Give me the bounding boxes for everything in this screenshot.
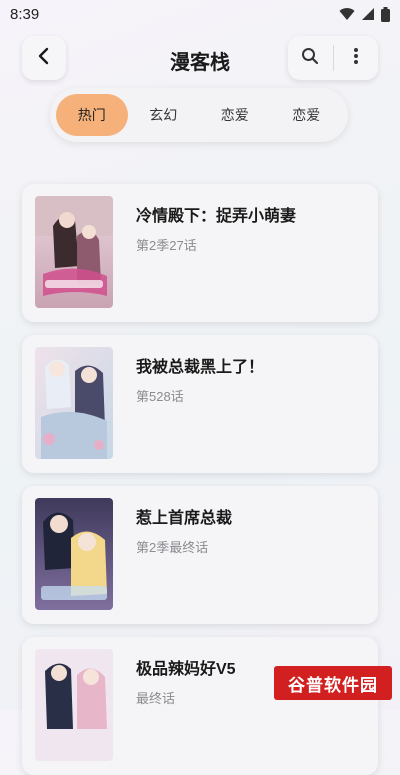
- comic-cover[interactable]: [35, 196, 113, 308]
- comic-title: 我被总裁黑上了！: [136, 359, 265, 376]
- status-bar: 8:39: [0, 0, 400, 28]
- comic-episode: 第528话: [136, 389, 184, 404]
- more-vertical-icon: [353, 47, 359, 70]
- comic-episode: 第2季最终话: [136, 540, 209, 555]
- comic-episode: 最终话: [136, 691, 176, 706]
- watermark-logo: 谷普软件园: [274, 666, 392, 700]
- signal-icon: [361, 7, 375, 21]
- status-icons: [339, 6, 390, 22]
- comic-cover[interactable]: [35, 498, 113, 610]
- comic-title: 惹上首席总裁: [136, 510, 233, 527]
- comic-card[interactable]: 惹上首席总裁 第2季最终话: [22, 486, 378, 624]
- tab-hot[interactable]: 热门: [56, 94, 128, 136]
- tab-fantasy[interactable]: 玄幻: [128, 94, 200, 136]
- comic-cover[interactable]: [35, 347, 113, 459]
- more-button[interactable]: [334, 36, 379, 80]
- tab-romance-2[interactable]: 恋爱: [271, 94, 343, 136]
- comic-card[interactable]: 极品辣妈好V5 最终话: [22, 637, 378, 775]
- wifi-icon: [339, 7, 355, 21]
- comic-cover[interactable]: [35, 649, 113, 761]
- header: 漫客栈: [0, 33, 400, 85]
- tab-romance[interactable]: 恋爱: [199, 94, 271, 136]
- category-tabs: 热门 玄幻 恋爱 恋爱: [50, 88, 348, 142]
- search-button[interactable]: [288, 36, 333, 80]
- comic-card[interactable]: 我被总裁黑上了！ 第528话: [22, 335, 378, 473]
- battery-icon: [381, 6, 390, 22]
- header-actions: [288, 36, 378, 80]
- comic-episode: 第2季27话: [136, 238, 197, 253]
- comic-title: 冷情殿下：捉弄小萌妻: [136, 208, 297, 225]
- comic-title: 极品辣妈好V5: [136, 661, 236, 678]
- search-icon: [301, 47, 319, 70]
- status-time: 8:39: [10, 5, 40, 23]
- comic-card[interactable]: 冷情殿下：捉弄小萌妻 第2季27话: [22, 184, 378, 322]
